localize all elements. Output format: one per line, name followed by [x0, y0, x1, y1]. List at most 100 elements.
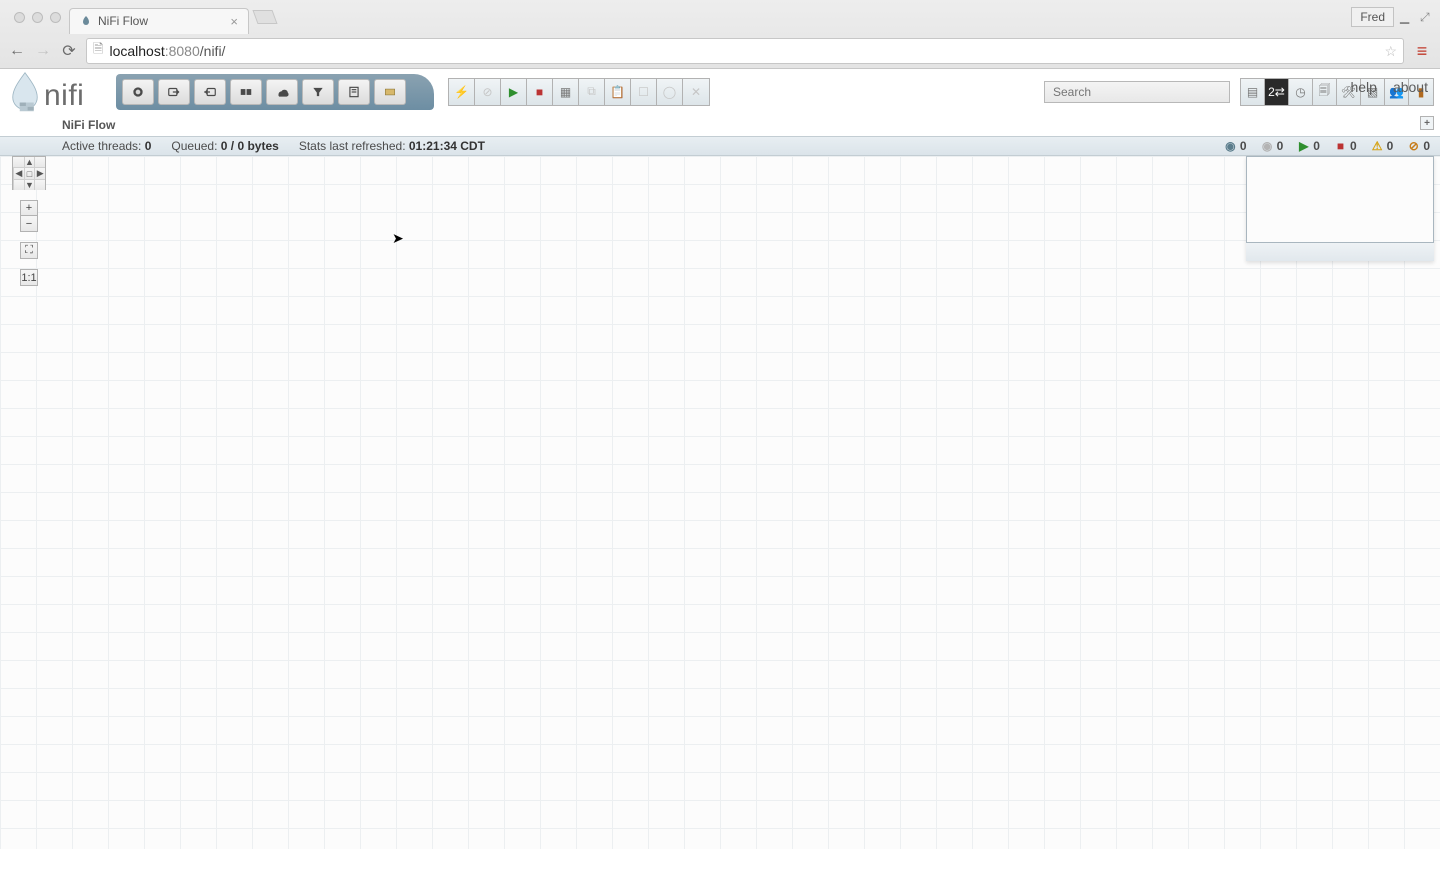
search-input[interactable] [1044, 81, 1230, 103]
zoom-out-button[interactable]: − [21, 216, 37, 231]
forward-button[interactable]: → [34, 42, 52, 60]
pan-down-button[interactable]: ▼ [24, 179, 35, 190]
chrome-user-button[interactable]: Fred [1351, 7, 1394, 27]
actual-size-controls: 1:1 [20, 269, 38, 286]
url-host: localhost [109, 43, 164, 59]
stopped-count: ■0 [1334, 139, 1357, 153]
status-bar: Active threads: 0 Queued: 0 / 0 bytes St… [0, 136, 1440, 156]
nifi-app: help about nifi ⚡ ⊘ ▶ ■ [0, 69, 1440, 849]
chrome-menu-icon[interactable]: ≡ [1412, 41, 1432, 62]
add-processor-button[interactable] [122, 79, 154, 105]
breadcrumb-row: NiFi Flow + [0, 114, 1440, 136]
create-template-button[interactable]: ▦ [553, 79, 579, 105]
reload-button[interactable]: ⟳ [60, 41, 78, 61]
zoom-fit-button[interactable]: ⛶ [21, 243, 37, 258]
fit-controls: ⛶ [20, 242, 38, 259]
provenance-button[interactable]: 🗐 [1313, 79, 1337, 105]
add-output-port-button[interactable] [194, 79, 226, 105]
url-input[interactable]: 🗎 localhost:8080/nifi/ ☆ [86, 38, 1404, 64]
browser-chrome: NiFi Flow × Fred ▁ ⤢ ← → ⟳ 🗎 localhost:8… [0, 0, 1440, 69]
refreshed-value: 01:21:34 CDT [409, 139, 485, 153]
mouse-cursor-icon: ➤ [392, 230, 404, 247]
browser-tab[interactable]: NiFi Flow × [69, 8, 249, 34]
stop-button[interactable]: ■ [527, 79, 553, 105]
close-tab-icon[interactable]: × [230, 14, 238, 29]
pan-controls: ▲ ◀ □ ▶ ▼ [12, 156, 46, 190]
add-funnel-button[interactable] [302, 79, 334, 105]
zoom-controls: + − [20, 200, 38, 232]
status-counts: ◉0 ◉0 ▶0 ■0 ⚠0 ⊘0 [1224, 139, 1430, 153]
running-icon: ▶ [1297, 140, 1310, 153]
nifi-logo: nifi [6, 71, 116, 113]
url-port: :8080 [165, 43, 200, 59]
bookmark-icon[interactable]: ☆ [1384, 43, 1397, 60]
not-transmitting-icon: ◉ [1261, 140, 1274, 153]
window-controls [14, 12, 61, 23]
nifi-toolbar: nifi ⚡ ⊘ ▶ ■ ▦ ⧉ 📋 ☐ ◯ ✕ ▤ [0, 69, 1440, 114]
active-threads-label: Active threads: [62, 139, 145, 153]
invalid-count: ⚠0 [1371, 139, 1394, 153]
nifi-favicon-icon [80, 15, 92, 27]
pan-right-button[interactable]: ▶ [34, 167, 45, 179]
disabled-icon: ⊘ [1407, 140, 1420, 153]
url-path: /nifi/ [200, 43, 226, 59]
history-button[interactable]: ◷ [1289, 79, 1313, 105]
navigation-panel: ▲ ◀ □ ▶ ▼ + − ⛶ 1:1 [12, 156, 46, 286]
paste-button[interactable]: 📋 [605, 79, 631, 105]
invalid-icon: ⚠ [1371, 140, 1384, 153]
flow-canvas[interactable] [0, 156, 1440, 849]
running-count: ▶0 [1297, 139, 1320, 153]
top-links: help about [1350, 79, 1428, 95]
zoom-actual-button[interactable]: 1:1 [21, 270, 37, 285]
add-label-button[interactable] [374, 79, 406, 105]
action-toolbar: ⚡ ⊘ ▶ ■ ▦ ⧉ 📋 ☐ ◯ ✕ [448, 78, 710, 106]
about-link[interactable]: about [1393, 79, 1428, 95]
canvas-wrap: ▲ ◀ □ ▶ ▼ + − ⛶ 1:1 ➤ [0, 156, 1440, 849]
disable-button[interactable]: ⊘ [475, 79, 501, 105]
add-template-button[interactable] [338, 79, 370, 105]
component-palette [116, 74, 434, 110]
breadcrumb[interactable]: NiFi Flow [62, 118, 115, 132]
pan-left-button[interactable]: ◀ [13, 167, 24, 179]
back-button[interactable]: ← [8, 42, 26, 60]
expand-breadcrumb-button[interactable]: + [1420, 116, 1434, 130]
add-process-group-button[interactable] [230, 79, 262, 105]
nifi-drop-icon [6, 71, 44, 113]
not-transmitting-count: ◉0 [1261, 139, 1284, 153]
maximize-icon[interactable]: ⤢ [1420, 10, 1434, 24]
group-button[interactable]: ☐ [631, 79, 657, 105]
help-link[interactable]: help [1350, 79, 1376, 95]
transmitting-count: ◉0 [1224, 139, 1247, 153]
add-input-port-button[interactable] [158, 79, 190, 105]
stopped-icon: ■ [1334, 140, 1347, 153]
add-remote-process-group-button[interactable] [266, 79, 298, 105]
zoom-in-button[interactable]: + [21, 201, 37, 216]
nifi-text: nifi [44, 79, 84, 113]
transmitting-icon: ◉ [1224, 140, 1237, 153]
delete-button[interactable]: ✕ [683, 79, 709, 105]
address-bar: ← → ⟳ 🗎 localhost:8080/nifi/ ☆ ≡ [0, 34, 1440, 68]
zoom-window-icon[interactable] [50, 12, 61, 23]
minimize-window-icon[interactable] [32, 12, 43, 23]
pan-center-button[interactable]: □ [24, 167, 35, 179]
refreshed-label: Stats last refreshed: [299, 139, 409, 153]
color-button[interactable]: ◯ [657, 79, 683, 105]
enable-button[interactable]: ⚡ [449, 79, 475, 105]
pan-up-button[interactable]: ▲ [24, 157, 35, 167]
page-icon: 🗎 [93, 40, 103, 62]
summary-button[interactable]: ▤ [1241, 79, 1265, 105]
search-wrap [1044, 81, 1230, 103]
counters-button[interactable]: 2⇄ [1265, 79, 1289, 105]
start-button[interactable]: ▶ [501, 79, 527, 105]
new-tab-button[interactable] [252, 10, 277, 24]
queued-value: 0 / 0 bytes [221, 139, 279, 153]
birdseye-minimap[interactable] [1246, 156, 1434, 261]
tab-title: NiFi Flow [98, 14, 148, 28]
minimize-icon[interactable]: ▁ [1400, 10, 1414, 24]
copy-button[interactable]: ⧉ [579, 79, 605, 105]
active-threads-value: 0 [145, 139, 152, 153]
disabled-count: ⊘0 [1407, 139, 1430, 153]
queued-label: Queued: [171, 139, 220, 153]
tab-bar: NiFi Flow × Fred ▁ ⤢ [0, 0, 1440, 34]
close-window-icon[interactable] [14, 12, 25, 23]
